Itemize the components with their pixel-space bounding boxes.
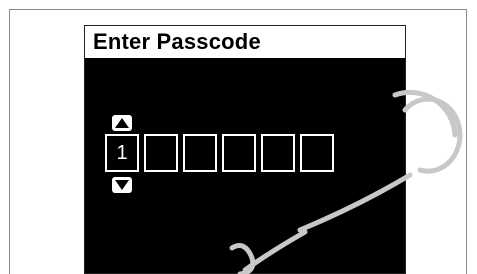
passcode-digits: 1 [105, 134, 334, 172]
passcode-digit-1[interactable]: 1 [105, 134, 139, 172]
passcode-digit-3[interactable] [183, 134, 217, 172]
increment-arrow-icon[interactable] [112, 115, 132, 131]
decrement-arrow-icon[interactable] [112, 177, 132, 193]
passcode-digit-2[interactable] [144, 134, 178, 172]
passcode-digit-4[interactable] [222, 134, 256, 172]
manual-page: Enter Passcode 1 [0, 0, 477, 274]
passcode-digit-5[interactable] [261, 134, 295, 172]
passcode-digit-6[interactable] [300, 134, 334, 172]
screen-title: Enter Passcode [93, 29, 261, 54]
title-bar: Enter Passcode [85, 26, 405, 60]
device-screen: Enter Passcode 1 [84, 25, 406, 274]
